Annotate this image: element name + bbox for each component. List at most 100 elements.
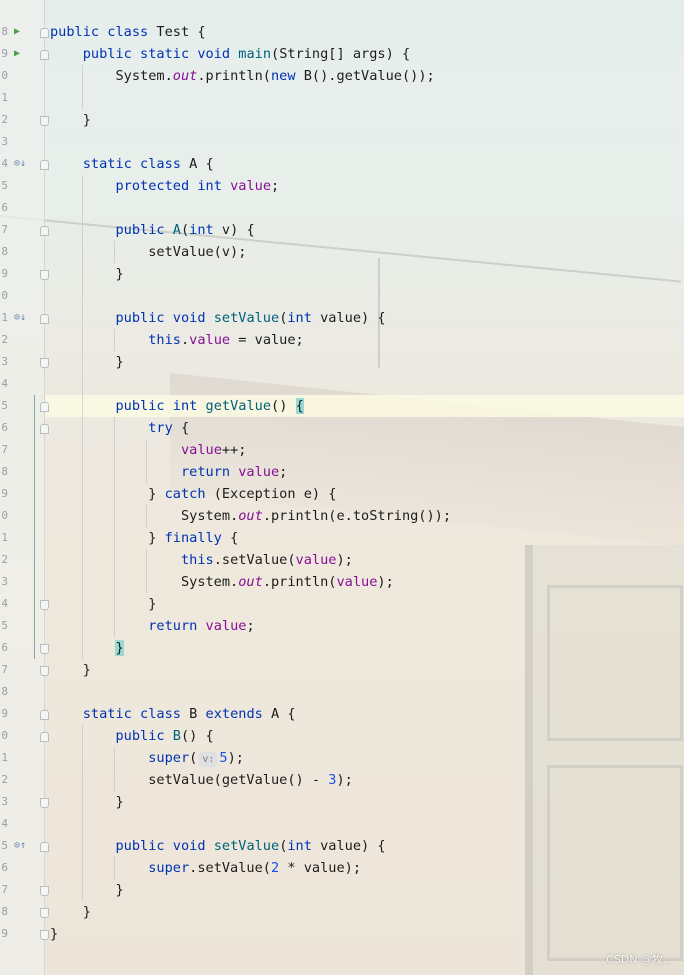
code-line[interactable]: 1 ⊙↓ public void setValue(int value) {: [0, 307, 684, 329]
code-token: .println(: [197, 68, 271, 84]
code-line[interactable]: 5 protected int value;: [0, 175, 684, 197]
line-number: 9: [1, 707, 8, 720]
fold-icon[interactable]: [40, 886, 49, 896]
code-text: public B() {: [50, 725, 213, 747]
fold-icon[interactable]: [40, 600, 49, 610]
fold-icon[interactable]: [40, 160, 49, 170]
line-number: 9: [1, 267, 8, 280]
override-gutter-icon[interactable]: ⊙↓: [14, 307, 26, 329]
fold-icon[interactable]: [40, 270, 49, 280]
code-line[interactable]: 8 setValue(v);: [0, 241, 684, 263]
code-line[interactable]: 7 }: [0, 879, 684, 901]
run-gutter-icon[interactable]: ▶: [14, 21, 20, 43]
code-line[interactable]: 5 ⊙↑ public void setValue(int value) {: [0, 835, 684, 857]
fold-icon[interactable]: [40, 402, 49, 412]
code-token: int: [172, 398, 206, 414]
code-token: super: [148, 860, 190, 876]
code-line[interactable]: 6 super.setValue(2 * value);: [0, 857, 684, 879]
code-line[interactable]: 4 ⊙↓ static class A {: [0, 153, 684, 175]
line-number: 2: [1, 333, 8, 346]
override-gutter-icon[interactable]: ⊙↑: [14, 835, 26, 857]
code-line[interactable]: 9 } catch (Exception e) {: [0, 483, 684, 505]
code-line[interactable]: 9 }: [0, 263, 684, 285]
code-line[interactable]: 4 }: [0, 593, 684, 615]
code-line[interactable]: 6 }: [0, 637, 684, 659]
code-line[interactable]: 8 return value;: [0, 461, 684, 483]
code-line[interactable]: 1 super(v: 5);: [0, 747, 684, 769]
fold-icon[interactable]: [40, 666, 49, 676]
fold-icon[interactable]: [40, 28, 49, 38]
code-token: main: [238, 46, 272, 62]
code-token: public: [115, 728, 173, 744]
line-number: 1: [1, 751, 8, 764]
code-token: System.: [50, 574, 239, 590]
fold-icon[interactable]: [40, 644, 49, 654]
override-gutter-icon[interactable]: ⊙↓: [14, 153, 26, 175]
code-line[interactable]: 0 public B() {: [0, 725, 684, 747]
fold-icon[interactable]: [40, 732, 49, 742]
code-token: value: [189, 332, 231, 348]
fold-icon[interactable]: [40, 842, 49, 852]
code-line[interactable]: 3 }: [0, 791, 684, 813]
code-line[interactable]: 7 public A(int v) {: [0, 219, 684, 241]
fold-icon[interactable]: [40, 424, 49, 434]
code-token: value: [238, 464, 280, 480]
code-line[interactable]: 9}: [0, 923, 684, 945]
code-token: class: [140, 156, 190, 172]
line-number: 4: [1, 817, 8, 830]
code-token: .println(e.toString());: [262, 508, 452, 524]
fold-icon[interactable]: [40, 314, 49, 324]
fold-icon[interactable]: [40, 908, 49, 918]
code-token: System.: [50, 68, 173, 84]
code-line[interactable]: 1 } finally {: [0, 527, 684, 549]
fold-icon[interactable]: [40, 116, 49, 126]
code-token: 5: [219, 750, 228, 766]
code-token: this: [180, 552, 214, 568]
code-text: setValue(getValue() - 3);: [50, 769, 353, 791]
code-token: public: [115, 838, 173, 854]
fold-icon[interactable]: [40, 930, 49, 940]
code-token: void: [172, 838, 214, 854]
run-gutter-icon[interactable]: ▶: [14, 43, 20, 65]
indent-guide: [82, 175, 83, 659]
code-line[interactable]: 7 }: [0, 659, 684, 681]
code-line[interactable]: 2 }: [0, 109, 684, 131]
fold-icon[interactable]: [40, 358, 49, 368]
code-line[interactable]: 6: [0, 197, 684, 219]
code-line[interactable]: 4: [0, 813, 684, 835]
fold-icon[interactable]: [40, 710, 49, 720]
code-token: }: [50, 530, 165, 546]
code-line[interactable]: 3 }: [0, 351, 684, 373]
code-token: void: [172, 310, 214, 326]
code-line[interactable]: 1: [0, 87, 684, 109]
code-line[interactable]: 0: [0, 285, 684, 307]
code-text: }: [50, 791, 123, 813]
code-token: public: [115, 222, 173, 238]
code-line[interactable]: 2 setValue(getValue() - 3);: [0, 769, 684, 791]
code-line[interactable]: 9 ▶ public static void main(String[] args…: [0, 43, 684, 65]
code-line[interactable]: 3: [0, 131, 684, 153]
fold-icon[interactable]: [40, 50, 49, 60]
line-number: 7: [1, 883, 8, 896]
code-line[interactable]: 6 try {: [0, 417, 684, 439]
code-line[interactable]: 3 System.out.println(value);: [0, 571, 684, 593]
code-line[interactable]: 0 System.out.println(new B().getValue())…: [0, 65, 684, 87]
line-number: 4: [1, 597, 8, 610]
code-token: this: [148, 332, 181, 348]
code-line[interactable]: 8 ▶ public class Test {: [0, 21, 684, 43]
code-line[interactable]: 2 this.value = value;: [0, 329, 684, 351]
fold-icon[interactable]: [40, 798, 49, 808]
fold-icon[interactable]: [40, 226, 49, 236]
code-line[interactable]: 4: [0, 373, 684, 395]
code-text: try {: [50, 417, 189, 439]
code-line[interactable]: 5 public int getValue() {: [0, 395, 684, 417]
code-token: {: [180, 420, 190, 436]
code-line[interactable]: 7 value++;: [0, 439, 684, 461]
code-line[interactable]: 9 static class B extends A {: [0, 703, 684, 725]
code-line[interactable]: 8 }: [0, 901, 684, 923]
code-line[interactable]: 5 return value;: [0, 615, 684, 637]
code-line[interactable]: 2 this.setValue(value);: [0, 549, 684, 571]
code-line[interactable]: 0 System.out.println(e.toString());: [0, 505, 684, 527]
code-line[interactable]: 8: [0, 681, 684, 703]
